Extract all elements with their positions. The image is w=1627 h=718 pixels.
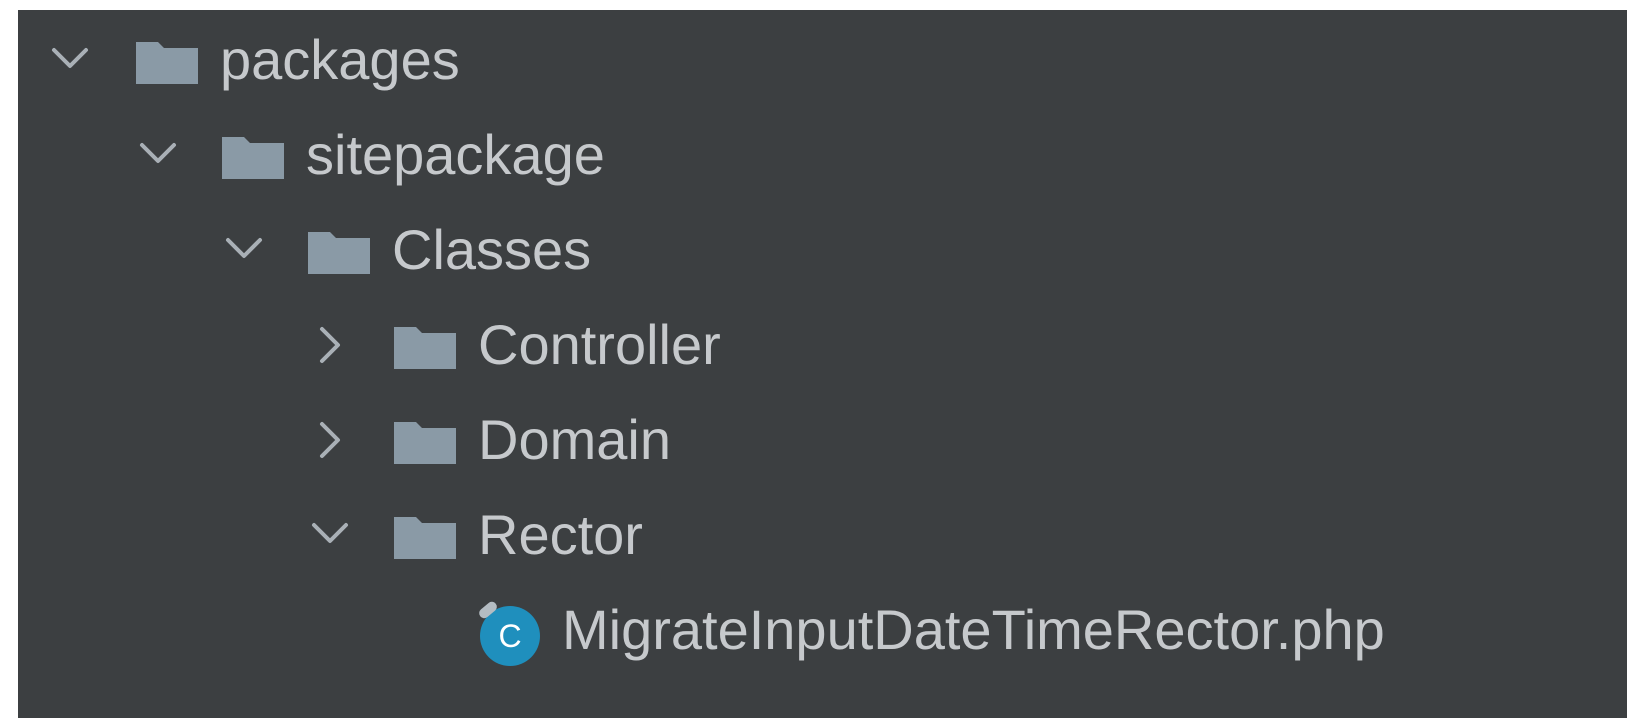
- tree-node-classes[interactable]: Classes: [18, 202, 1627, 298]
- folder-icon: [134, 38, 200, 86]
- tree-node-migrate-input-datetime-rector[interactable]: C MigrateInputDateTimeRector.php: [18, 582, 1627, 678]
- tree-node-label: Controller: [478, 313, 721, 376]
- tree-node-label: sitepackage: [306, 123, 605, 186]
- tree-node-packages[interactable]: packages: [18, 12, 1627, 108]
- chevron-right-icon[interactable]: [300, 410, 360, 470]
- chevron-down-icon[interactable]: [214, 220, 274, 280]
- tree-node-controller[interactable]: Controller: [18, 297, 1627, 393]
- folder-icon: [392, 418, 458, 466]
- folder-icon: [392, 513, 458, 561]
- php-class-icon: C: [472, 596, 544, 668]
- folder-icon: [306, 228, 372, 276]
- chevron-down-icon[interactable]: [128, 125, 188, 185]
- svg-text:C: C: [498, 618, 521, 654]
- project-tree-panel: packages sitepackage Classes Controller …: [18, 10, 1627, 718]
- folder-icon: [220, 133, 286, 181]
- chevron-right-icon[interactable]: [300, 315, 360, 375]
- tree-node-label: Rector: [478, 503, 643, 566]
- chevron-down-icon[interactable]: [40, 30, 100, 90]
- tree-node-domain[interactable]: Domain: [18, 392, 1627, 488]
- chevron-down-icon[interactable]: [300, 505, 360, 565]
- tree-node-label: Classes: [392, 218, 592, 281]
- tree-node-rector[interactable]: Rector: [18, 487, 1627, 583]
- tree-node-label: packages: [220, 28, 460, 91]
- screenshot-frame: packages sitepackage Classes Controller …: [0, 0, 1627, 718]
- tree-node-label: Domain: [478, 408, 671, 471]
- tree-node-label: MigrateInputDateTimeRector.php: [562, 598, 1385, 661]
- folder-icon: [392, 323, 458, 371]
- tree-node-sitepackage[interactable]: sitepackage: [18, 107, 1627, 203]
